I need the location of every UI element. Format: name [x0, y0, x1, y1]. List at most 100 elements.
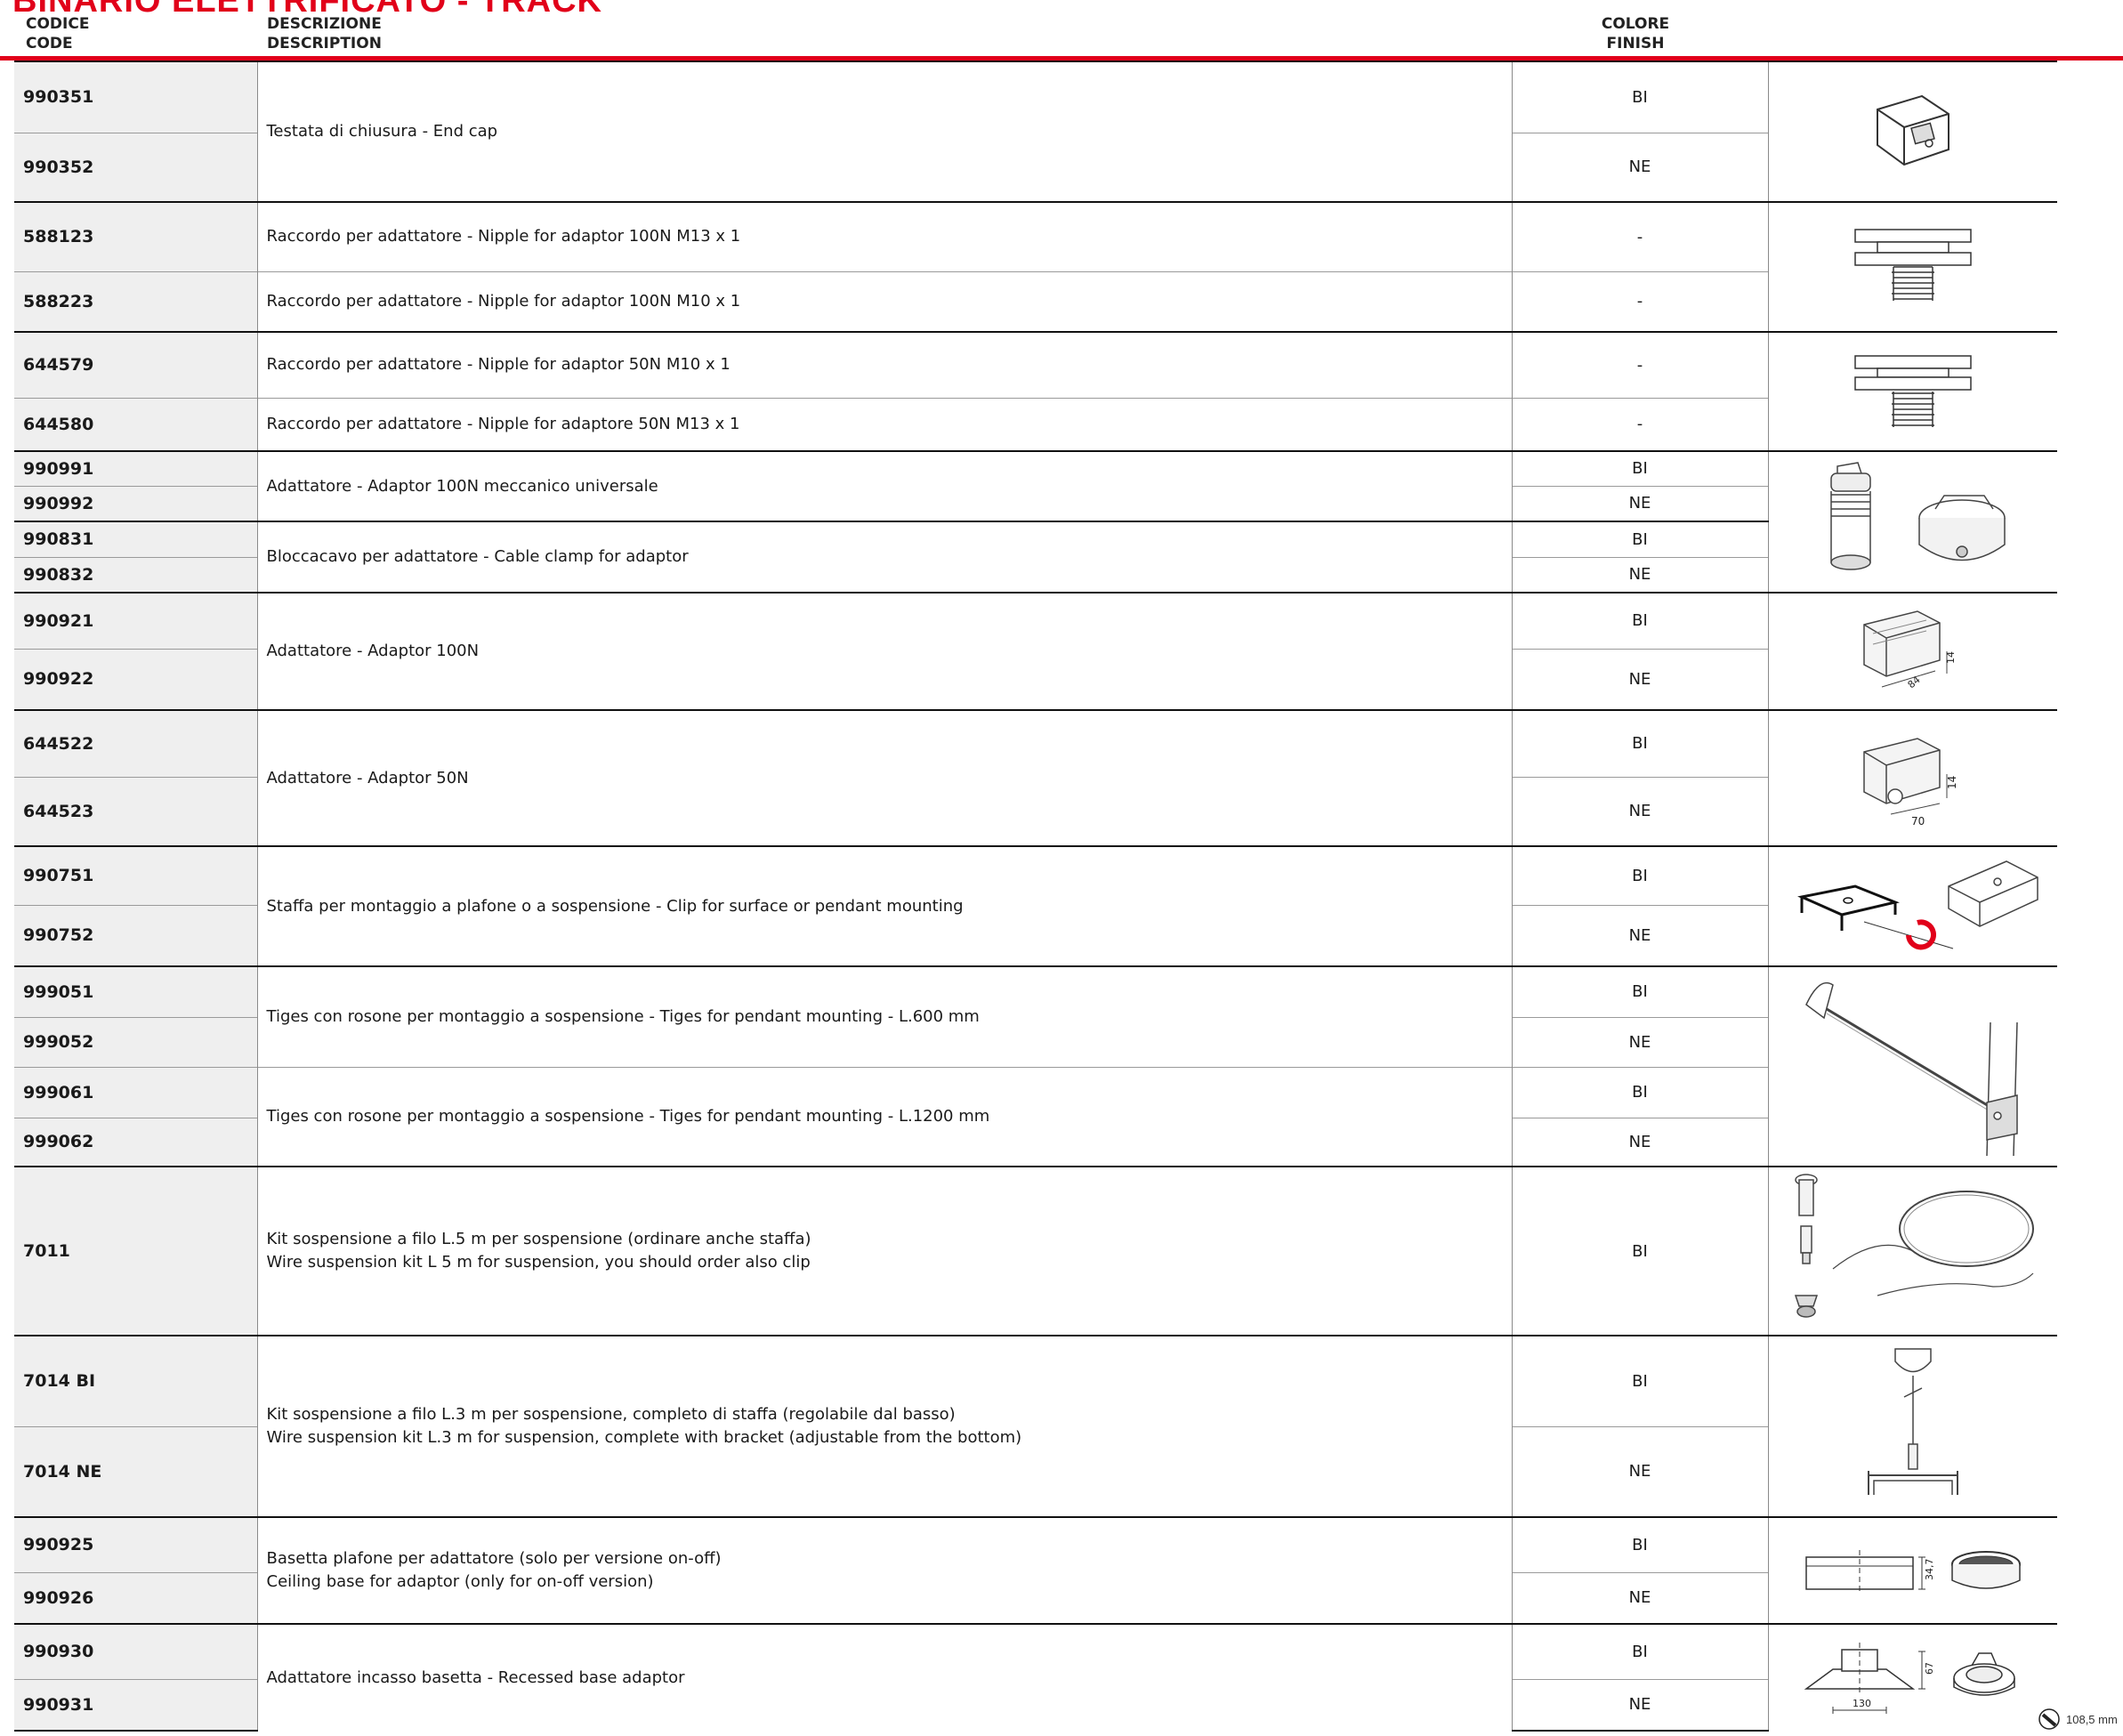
product-code: 999061 — [14, 1066, 258, 1118]
product-finish: BI — [1511, 1335, 1769, 1426]
product-code: 7014 BI — [14, 1335, 258, 1426]
product-finish: NE — [1511, 776, 1769, 846]
product-finish: BI — [1511, 1516, 1769, 1572]
wire-kit-3m-image — [1768, 1335, 2057, 1517]
product-description: Raccordo per adattatore - Nipple for ada… — [257, 331, 1512, 398]
description-text: Testata di chiusura - End cap — [266, 122, 498, 141]
header-description: DESCRIZIONE DESCRIPTION — [267, 14, 382, 53]
nipple-50n-image — [1768, 331, 2057, 451]
product-finish: NE — [1511, 1678, 1769, 1732]
product-finish: NE — [1511, 485, 1769, 521]
header-code: CODICE CODE — [26, 14, 89, 53]
product-code: 7014 NE — [14, 1425, 258, 1517]
product-description: Kit sospensione a filo L.3 m per sospens… — [257, 1335, 1512, 1517]
product-finish: NE — [1511, 1016, 1769, 1067]
description-text-en: Wire suspension kit L.3 m for suspension… — [266, 1428, 1022, 1447]
dimension-height: 67 — [1924, 1662, 1935, 1675]
product-description: Adattatore - Adaptor 100N — [257, 592, 1512, 710]
end-cap-drawing — [1876, 94, 1949, 166]
recessed-base-image: 67 130 — [1768, 1623, 2057, 1731]
cutout-icon — [2038, 1708, 2060, 1730]
pendant-tige-image — [1768, 965, 2057, 1167]
table-row: 990921 Adattatore - Adaptor 100N BI 84 1… — [14, 592, 2057, 710]
product-code: 990831 — [14, 521, 258, 557]
product-description: Basetta plafone per adattatore (solo per… — [257, 1516, 1512, 1624]
product-finish: NE — [1511, 1425, 1769, 1517]
product-code: 990925 — [14, 1516, 258, 1572]
product-finish: BI — [1511, 450, 1769, 486]
mechanical-adaptor-image — [1768, 450, 2057, 593]
product-code: 990930 — [14, 1623, 258, 1679]
product-finish: NE — [1511, 556, 1769, 593]
product-finish: NE — [1511, 132, 1769, 202]
product-code: 990931 — [14, 1678, 258, 1732]
product-code: 588223 — [14, 270, 258, 332]
product-code: 990832 — [14, 556, 258, 593]
product-code: 7011 — [14, 1166, 258, 1336]
product-code: 990921 — [14, 592, 258, 649]
table-row: 588223 Raccordo per adattatore - Nipple … — [14, 270, 2057, 332]
product-finish: BI — [1511, 592, 1769, 649]
dimension-height: 14 — [1945, 651, 1957, 664]
product-finish: - — [1511, 201, 1769, 271]
table-row: 7011 Kit sospensione a filo L.5 m per so… — [14, 1166, 2057, 1336]
product-finish: BI — [1511, 709, 1769, 777]
product-code: 990752 — [14, 904, 258, 966]
product-code: 990751 — [14, 845, 258, 905]
table-row: 644580 Raccordo per adattatore - Nipple … — [14, 397, 2057, 451]
product-description: Adattatore - Adaptor 50N — [257, 709, 1512, 846]
wire-kit-3m-drawing — [1867, 1348, 1958, 1495]
product-finish: BI — [1511, 61, 1769, 133]
table-row: 588123 Raccordo per adattatore - Nipple … — [14, 201, 2057, 332]
product-finish: NE — [1511, 1571, 1769, 1624]
product-description: Raccordo per adattatore - Nipple for ada… — [257, 270, 1512, 332]
table-row: 999061 Tiges con rosone per montaggio a … — [14, 1066, 2057, 1167]
cutout-size: 108,5 mm — [2066, 1712, 2118, 1726]
product-code: 990922 — [14, 648, 258, 710]
product-code: 990351 — [14, 61, 258, 133]
product-finish: BI — [1511, 845, 1769, 905]
wire-kit-5m-image — [1768, 1166, 2057, 1336]
adaptor-50n-image: 70 14 — [1768, 709, 2057, 846]
table-row: 990351 Testata di chiusura - End cap BI — [14, 61, 2057, 202]
product-code: 644523 — [14, 776, 258, 846]
product-finish: - — [1511, 270, 1769, 332]
product-description: Kit sospensione a filo L.5 m per sospens… — [257, 1166, 1512, 1336]
mounting-clip-image — [1768, 845, 2057, 966]
product-code: 999062 — [14, 1117, 258, 1167]
product-finish: - — [1511, 397, 1769, 451]
table-row: 990991 Adattatore - Adaptor 100N meccani… — [14, 450, 2057, 593]
header-finish-en: FINISH — [1606, 35, 1665, 52]
wire-kit-5m-drawing — [1794, 1174, 2034, 1318]
dimension-width: 130 — [1853, 1698, 1871, 1709]
table-row: 990925 Basetta plafone per adattatore (s… — [14, 1516, 2057, 1624]
description-text-en: Wire suspension kit L 5 m for suspension… — [266, 1253, 811, 1272]
product-finish: NE — [1511, 1117, 1769, 1167]
header-desc-it: DESCRIZIONE — [267, 15, 382, 33]
ceiling-base-image: 34,7 — [1768, 1516, 2057, 1624]
nipple-100n-drawing — [1854, 229, 1972, 301]
table-row: 999051 Tiges con rosone per montaggio a … — [14, 965, 2057, 1167]
product-finish: BI — [1511, 965, 1769, 1017]
end-cap-image — [1768, 61, 2057, 202]
product-description: Raccordo per adattatore - Nipple for ada… — [257, 201, 1512, 271]
header-code-it: CODICE — [26, 15, 90, 33]
description-text-en: Ceiling base for adaptor (only for on-of… — [266, 1572, 654, 1591]
description-text: Basetta plafone per adattatore (solo per… — [266, 1549, 722, 1568]
product-description: Adattatore - Adaptor 100N meccanico univ… — [257, 450, 1512, 521]
product-finish: BI — [1511, 1066, 1769, 1118]
product-code: 990352 — [14, 132, 258, 202]
product-code: 644522 — [14, 709, 258, 777]
product-code: 999052 — [14, 1016, 258, 1067]
recessed-base-drawing: 67 130 — [1804, 1642, 2015, 1714]
mechanical-adaptor-drawing — [1830, 461, 2006, 570]
table-row: 644579 Raccordo per adattatore - Nipple … — [14, 331, 2057, 451]
product-finish: BI — [1511, 1166, 1769, 1336]
product-finish: BI — [1511, 1623, 1769, 1679]
product-code: 644579 — [14, 331, 258, 398]
dimension-height: 14 — [1946, 775, 1958, 788]
header-desc-en: DESCRIPTION — [267, 35, 382, 52]
header-finish-it: COLORE — [1601, 15, 1670, 33]
table-row: 990751 Staffa per montaggio a plafone o … — [14, 845, 2057, 966]
product-description: Bloccacavo per adattatore - Cable clamp … — [257, 521, 1512, 593]
